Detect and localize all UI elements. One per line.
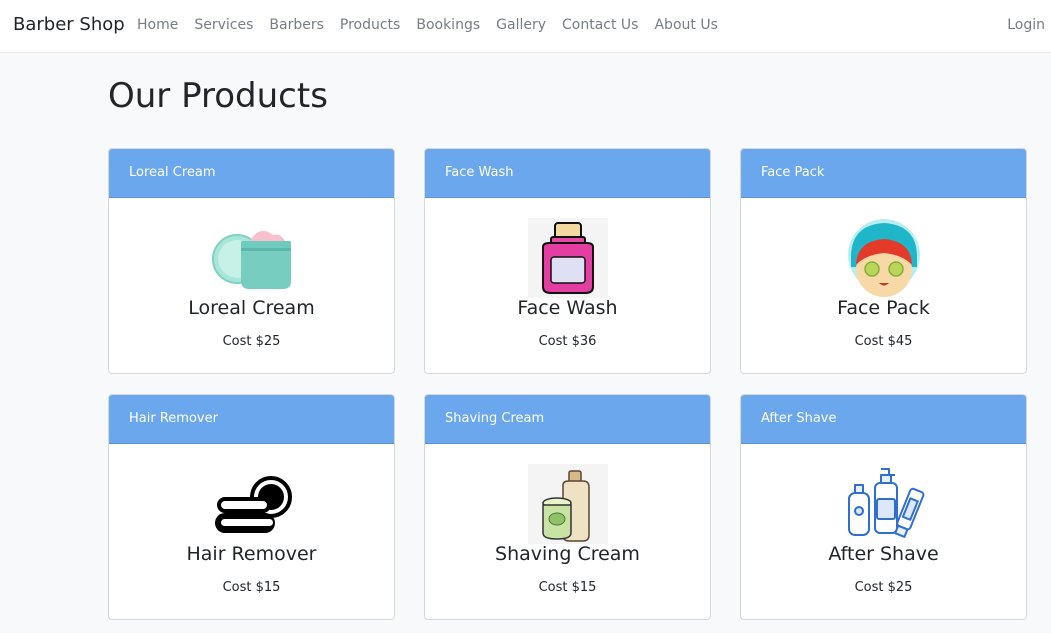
cream-jar-icon <box>211 217 293 299</box>
face-pack-icon <box>843 217 925 299</box>
hair-remover-icon <box>211 463 293 545</box>
card-body: After Shave Cost $25 <box>741 444 1026 619</box>
login-link[interactable]: Login <box>1007 17 1045 33</box>
product-cost: Cost $25 <box>854 580 913 595</box>
shaving-cream-icon <box>527 463 609 545</box>
product-cost: Cost $45 <box>854 334 913 349</box>
nav-link-about-us[interactable]: About Us <box>654 17 717 33</box>
card-header: Shaving Cream <box>425 395 710 444</box>
product-card-loreal-cream[interactable]: Loreal Cream Loreal Cream Cost $25 <box>108 148 395 374</box>
card-body: Hair Remover Cost $15 <box>109 444 394 619</box>
product-card-shaving-cream[interactable]: Shaving Cream Shaving Cream Cost $15 <box>424 394 711 620</box>
nav-link-services[interactable]: Services <box>194 17 253 33</box>
card-body: Shaving Cream Cost $15 <box>425 444 710 619</box>
product-card-hair-remover[interactable]: Hair Remover Hair Remover Cost $15 <box>108 394 395 620</box>
card-header: Face Pack <box>741 149 1026 198</box>
page-title: Our Products <box>108 76 328 116</box>
card-header: Loreal Cream <box>109 149 394 198</box>
nav-links: Home Services Barbers Products Bookings … <box>137 17 718 33</box>
product-name: Face Wash <box>517 297 618 319</box>
card-header: Hair Remover <box>109 395 394 444</box>
card-body: Face Wash Cost $36 <box>425 198 710 373</box>
product-name: Shaving Cream <box>495 543 640 565</box>
product-card-face-pack[interactable]: Face Pack Face Pack Cost $45 <box>740 148 1027 374</box>
product-grid: Loreal Cream Loreal Cream Cost $25 Face … <box>108 148 1028 620</box>
card-header: Face Wash <box>425 149 710 198</box>
card-body: Face Pack Cost $45 <box>741 198 1026 373</box>
after-shave-icon <box>843 463 925 545</box>
card-body: Loreal Cream Cost $25 <box>109 198 394 373</box>
card-header: After Shave <box>741 395 1026 444</box>
nav-link-bookings[interactable]: Bookings <box>416 17 480 33</box>
nav-link-contact-us[interactable]: Contact Us <box>562 17 638 33</box>
navbar: Barber Shop Home Services Barbers Produc… <box>0 0 1051 53</box>
face-wash-bottle-icon <box>527 217 609 299</box>
brand-link[interactable]: Barber Shop <box>13 14 125 35</box>
nav-link-home[interactable]: Home <box>137 17 178 33</box>
nav-link-gallery[interactable]: Gallery <box>496 17 546 33</box>
product-cost: Cost $15 <box>222 580 281 595</box>
product-name: Hair Remover <box>186 543 317 565</box>
nav-link-products[interactable]: Products <box>340 17 400 33</box>
product-cost: Cost $15 <box>538 580 597 595</box>
product-card-after-shave[interactable]: After Shave After Shave Cost $25 <box>740 394 1027 620</box>
product-card-face-wash[interactable]: Face Wash Face Wash Cost $36 <box>424 148 711 374</box>
product-name: After Shave <box>828 543 939 565</box>
product-name: Face Pack <box>837 297 930 319</box>
product-name: Loreal Cream <box>188 297 315 319</box>
nav-link-barbers[interactable]: Barbers <box>269 17 324 33</box>
product-cost: Cost $25 <box>222 334 281 349</box>
product-cost: Cost $36 <box>538 334 597 349</box>
